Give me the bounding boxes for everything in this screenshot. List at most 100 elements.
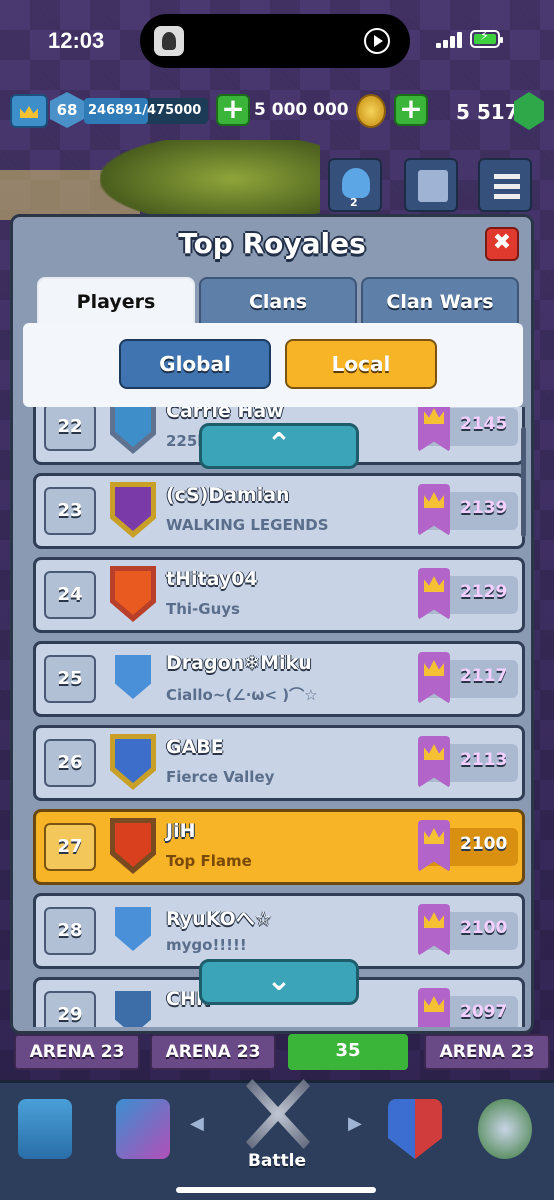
- menu-button[interactable]: [478, 158, 532, 212]
- trophy-count: 2100: [460, 834, 508, 854]
- nav-battle[interactable]: Battle: [232, 1079, 322, 1173]
- leaderboard-list[interactable]: 22 Carrie Haw 225l... 2145 23 (cS)Damian WALKI…: [29, 407, 529, 1027]
- leaderboard-row[interactable]: 26 GABE Fierce Valley 2113: [33, 725, 525, 801]
- clan-badge-icon: [110, 818, 156, 874]
- player-name: GABE: [166, 736, 224, 758]
- play-icon: [364, 28, 390, 54]
- crown-icon[interactable]: [10, 94, 48, 128]
- trophy-count: 2139: [460, 498, 508, 518]
- scroll-up-button[interactable]: ⌃: [199, 423, 359, 469]
- rank-number: 25: [44, 655, 96, 703]
- trophy-count: 2113: [460, 750, 508, 770]
- rank-number: 29: [44, 991, 96, 1027]
- clan-name: Thi-Guys: [166, 600, 240, 618]
- arena-label: ARENA 23: [14, 1034, 140, 1070]
- main-scene: 2: [0, 140, 554, 220]
- modal-title: Top Royales: [178, 227, 366, 260]
- player-name: tHitay04: [166, 568, 258, 590]
- rank-number: 24: [44, 571, 96, 619]
- trophy-count: 2145: [460, 414, 508, 434]
- region-filter: Global Local: [23, 323, 523, 407]
- top-royales-modal: Top Royales ✖ Players Clans Clan Wars Gl…: [10, 214, 534, 1034]
- clan-badge-icon: [110, 902, 156, 958]
- clan-name: Top Flame: [166, 852, 252, 870]
- signal-icon: [436, 32, 464, 48]
- trophy-count: 2129: [460, 582, 508, 602]
- clan-badge-icon: [110, 734, 156, 790]
- crossed-swords-icon: [246, 1079, 310, 1149]
- battery-charging-icon: ⚡: [470, 29, 503, 48]
- nav-clan[interactable]: [370, 1091, 460, 1173]
- dynamic-island: [140, 14, 410, 68]
- scrollbar[interactable]: [521, 427, 526, 537]
- rank-number: 28: [44, 907, 96, 955]
- clan-badge-icon: [110, 482, 156, 538]
- rank-number: 26: [44, 739, 96, 787]
- clan-name: mygo!!!!!: [166, 936, 247, 954]
- tab-clans[interactable]: Clans: [199, 277, 357, 329]
- nav-left-arrow: ◀: [190, 1113, 204, 1134]
- clan-badge-icon: [110, 566, 156, 622]
- cards-icon: [116, 1099, 170, 1159]
- leaderboard-row[interactable]: 28 RyuKOへ☆ mygo!!!!! 2100: [33, 893, 525, 969]
- clan-badge-icon: [110, 407, 156, 454]
- nav-right-arrow: ▶: [348, 1113, 362, 1134]
- chest-icon: [18, 1099, 72, 1159]
- trophy-count: 2100: [460, 918, 508, 938]
- player-name: Dragon❄Miku: [166, 652, 312, 674]
- gold-coin-icon: [356, 94, 386, 128]
- local-button[interactable]: Local: [285, 339, 437, 389]
- friends-button[interactable]: 2: [328, 158, 382, 212]
- gem-icon: [514, 92, 544, 130]
- gem-reward-badge: 35: [288, 1034, 408, 1070]
- clan-name: ...: [166, 1020, 183, 1027]
- scroll-down-button[interactable]: ⌄: [199, 959, 359, 1005]
- add-gems-button[interactable]: +: [394, 94, 428, 126]
- nav-shop[interactable]: [0, 1091, 90, 1173]
- clan-badge-icon: [110, 650, 156, 706]
- player-name: (cS)Damian: [166, 484, 290, 506]
- player-name: RyuKOへ☆: [166, 908, 272, 930]
- bottom-nav: ◀ Battle ▶: [0, 1079, 554, 1200]
- nav-cards[interactable]: [98, 1091, 188, 1173]
- gold-amount: 5 000 000: [254, 100, 349, 120]
- nav-events[interactable]: [460, 1091, 550, 1173]
- clan-name: Fierce Valley: [166, 768, 275, 786]
- crown-banner-icon: [418, 988, 450, 1027]
- news-button[interactable]: [404, 158, 458, 212]
- clan-name: Ciallo~(∠·ω< )⌒☆: [166, 686, 318, 704]
- arena-label: ARENA 23: [424, 1034, 550, 1070]
- status-bar: 12:03 ⚡: [0, 0, 554, 80]
- leaderboard-row[interactable]: 25 Dragon❄Miku Ciallo~(∠·ω< )⌒☆ 2117: [33, 641, 525, 717]
- laurel-sword-icon: [478, 1099, 532, 1159]
- xp-text: 246891/475000: [88, 103, 202, 118]
- friends-count: 2: [350, 196, 358, 209]
- clan-shield-icon: [388, 1099, 442, 1159]
- level-badge: 68: [50, 92, 84, 128]
- leaderboard-row[interactable]: 23 (cS)Damian WALKING LEGENDS 2139: [33, 473, 525, 549]
- leaderboard-row[interactable]: 24 tHitay04 Thi-Guys 2129: [33, 557, 525, 633]
- home-indicator: [176, 1187, 376, 1193]
- rank-number: 22: [44, 407, 96, 451]
- clock: 12:03: [48, 28, 105, 53]
- gem-amount: 5 517: [456, 100, 519, 124]
- arena-row: ARENA 23 ARENA 23 35 ARENA 23: [0, 1034, 554, 1072]
- leaderboard-row-current-player[interactable]: 27 JiH Top Flame 2100: [33, 809, 525, 885]
- rank-number: 23: [44, 487, 96, 535]
- clan-badge-icon: [110, 986, 156, 1027]
- tab-clan-wars[interactable]: Clan Wars: [361, 277, 519, 329]
- rank-number: 27: [44, 823, 96, 871]
- resource-bar: 68 246891/475000 + 5 000 000 + 5 517: [0, 90, 554, 134]
- now-playing-avatar: [154, 26, 184, 56]
- arena-label: ARENA 23: [150, 1034, 276, 1070]
- global-button[interactable]: Global: [119, 339, 271, 389]
- player-name: Carrie Haw: [166, 407, 284, 422]
- trophy-count: 2117: [460, 666, 508, 686]
- close-button[interactable]: ✖: [485, 227, 519, 261]
- goblin-art: [100, 140, 320, 220]
- add-gold-button[interactable]: +: [216, 94, 250, 126]
- clan-name: WALKING LEGENDS: [166, 516, 329, 534]
- xp-bar: 246891/475000: [84, 98, 208, 124]
- trophy-count: 2097: [460, 1002, 508, 1022]
- player-name: JiH: [166, 820, 196, 842]
